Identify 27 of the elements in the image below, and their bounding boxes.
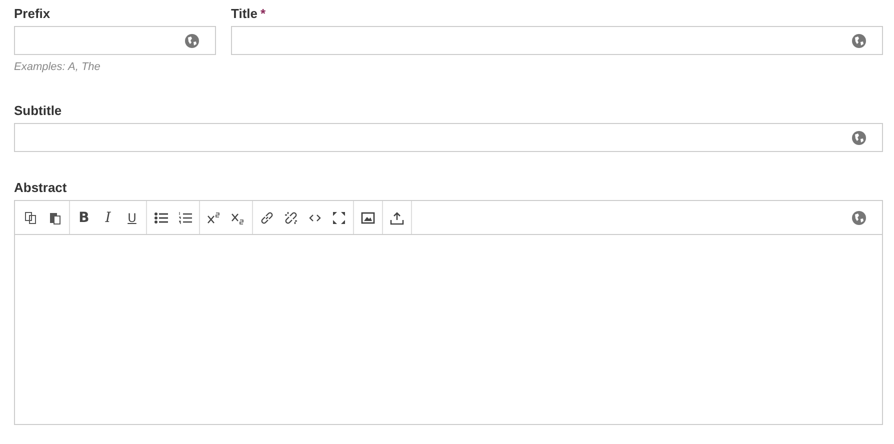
paste-icon[interactable]	[48, 210, 62, 224]
fullscreen-icon[interactable]	[332, 210, 346, 224]
image-icon[interactable]	[361, 210, 375, 224]
unlink-icon[interactable]	[284, 210, 298, 224]
globe-icon[interactable]	[185, 34, 199, 48]
globe-icon[interactable]	[852, 34, 866, 48]
link-icon[interactable]	[260, 210, 274, 224]
field-label: Prefix	[14, 6, 50, 21]
globe-icon[interactable]	[852, 130, 866, 144]
bold-button[interactable]: B	[72, 206, 96, 230]
upload-icon[interactable]	[390, 210, 404, 224]
italic-button[interactable]: I	[96, 206, 120, 230]
rich-text-editor[interactable]: B I U	[14, 200, 883, 425]
superscript-icon[interactable]	[207, 210, 221, 224]
field-label: Title	[231, 6, 258, 21]
globe-icon[interactable]	[852, 210, 866, 224]
text-field[interactable]	[231, 26, 883, 55]
text-field[interactable]	[14, 26, 216, 55]
underline-button[interactable]: U	[120, 206, 144, 230]
required-mark: *	[260, 6, 266, 21]
bullet-list-icon[interactable]	[154, 210, 168, 224]
numbered-list-icon[interactable]	[178, 210, 192, 224]
field-label: Abstract	[14, 180, 67, 195]
hint-text: Examples: A, The	[14, 61, 102, 75]
copy-icon[interactable]	[24, 210, 38, 224]
text-field[interactable]	[14, 123, 883, 152]
field-label: Subtitle	[14, 103, 62, 118]
